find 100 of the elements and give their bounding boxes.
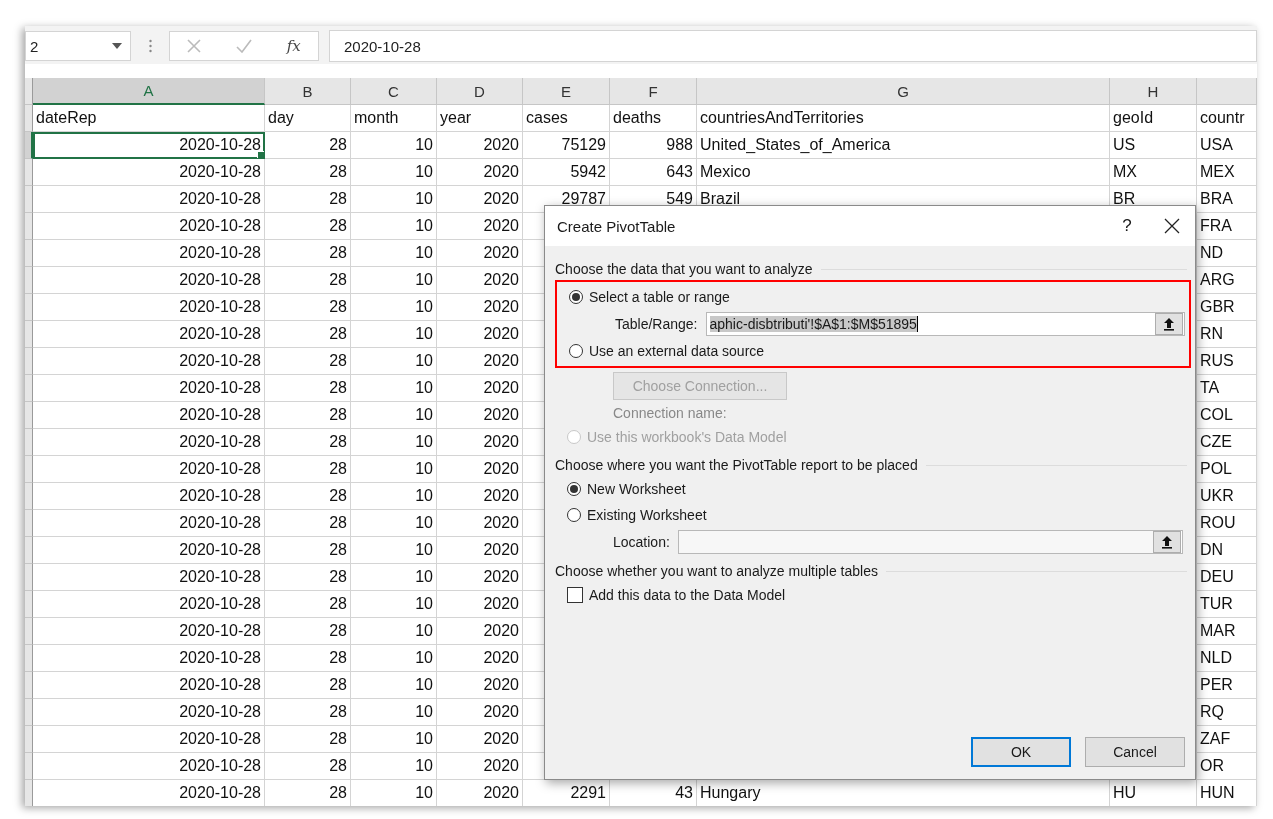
column-header[interactable]: F — [610, 78, 697, 105]
table-cell: 2020-10-28 — [33, 645, 265, 672]
column-header[interactable]: G — [697, 78, 1110, 105]
table-cell: MAR — [1197, 618, 1257, 645]
row-header[interactable] — [25, 105, 33, 132]
table-cell: HUN — [1197, 780, 1257, 806]
row-header[interactable] — [25, 780, 33, 806]
table-cell: 28 — [265, 429, 351, 456]
row-header[interactable] — [25, 294, 33, 321]
table-cell: 2020-10-28 — [33, 429, 265, 456]
radio-button[interactable] — [567, 482, 581, 496]
row-header[interactable] — [25, 726, 33, 753]
table-cell: 2020 — [437, 213, 523, 240]
table-cell: 2020 — [437, 132, 523, 159]
table-cell: ZAF — [1197, 726, 1257, 753]
table-cell: 2020-10-28 — [33, 132, 265, 159]
table-cell: 2020-10-28 — [33, 159, 265, 186]
table-cell: ND — [1197, 240, 1257, 267]
table-cell: 2020 — [437, 375, 523, 402]
section-heading: Choose where you want the PivotTable report to be placed — [555, 457, 918, 473]
radio-button[interactable] — [569, 290, 583, 304]
cancel-button[interactable]: Cancel — [1085, 737, 1185, 767]
table-cell: 2020-10-28 — [33, 699, 265, 726]
row-header[interactable] — [25, 618, 33, 645]
table-cell: 10 — [351, 240, 437, 267]
close-icon[interactable] — [1164, 218, 1180, 234]
table-cell: 10 — [351, 294, 437, 321]
table-cell: 10 — [351, 591, 437, 618]
table-cell: 2020-10-28 — [33, 510, 265, 537]
name-box[interactable]: 2 — [25, 31, 131, 61]
table-cell: 2020 — [437, 402, 523, 429]
table-cell: 10 — [351, 159, 437, 186]
table-cell: 28 — [265, 240, 351, 267]
help-button[interactable]: ? — [1105, 216, 1149, 236]
table-cell: 10 — [351, 429, 437, 456]
row-header[interactable] — [25, 645, 33, 672]
row-header[interactable] — [25, 429, 33, 456]
table-cell: 2020 — [437, 159, 523, 186]
table-cell: 28 — [265, 294, 351, 321]
range-field[interactable]: aphic-disbtributi'!$A$1:$M$51895 — [705, 312, 1185, 336]
insert-function-button[interactable]: fx — [286, 37, 301, 55]
check-icon[interactable] — [236, 39, 252, 53]
column-header[interactable]: D — [437, 78, 523, 105]
column-header[interactable] — [1197, 78, 1257, 105]
row-header[interactable] — [25, 456, 33, 483]
row-header[interactable] — [25, 348, 33, 375]
row-header[interactable] — [25, 753, 33, 780]
row-header[interactable] — [25, 267, 33, 294]
table-cell: 2020 — [437, 456, 523, 483]
dropdown-icon[interactable] — [112, 43, 122, 49]
row-header[interactable] — [25, 483, 33, 510]
ok-button[interactable]: OK — [971, 737, 1071, 767]
table-cell: 2020-10-28 — [33, 294, 265, 321]
column-header[interactable]: A — [33, 78, 265, 105]
table-cell: 28 — [265, 780, 351, 806]
row-header[interactable] — [25, 213, 33, 240]
table-cell: 10 — [351, 375, 437, 402]
column-header[interactable]: C — [351, 78, 437, 105]
table-cell: 75129 — [523, 132, 610, 159]
table-cell: 2020 — [437, 645, 523, 672]
collapse-button[interactable] — [1155, 313, 1183, 335]
table-cell: 2020 — [437, 618, 523, 645]
table-cell: RQ — [1197, 699, 1257, 726]
row-header[interactable] — [25, 402, 33, 429]
table-cell: 2020 — [437, 348, 523, 375]
formula-field[interactable]: 2020-10-28 — [329, 30, 1257, 62]
table-cell: COL — [1197, 402, 1257, 429]
checkbox-label: Add this data to the Data Model — [589, 587, 786, 603]
column-header[interactable]: H — [1110, 78, 1197, 105]
select-all-corner[interactable] — [25, 78, 33, 105]
table-cell: 2020 — [437, 483, 523, 510]
radio-button[interactable] — [569, 344, 583, 358]
row-header[interactable] — [25, 186, 33, 213]
checkbox[interactable] — [567, 587, 583, 603]
grip-icon — [148, 39, 152, 53]
row-header[interactable] — [25, 375, 33, 402]
row-header[interactable] — [25, 132, 33, 159]
row-header[interactable] — [25, 159, 33, 186]
table-cell: 10 — [351, 267, 437, 294]
table-cell: DN — [1197, 537, 1257, 564]
column-header[interactable]: B — [265, 78, 351, 105]
table-cell: UKR — [1197, 483, 1257, 510]
table-cell: NLD — [1197, 645, 1257, 672]
table-cell: 2020-10-28 — [33, 726, 265, 753]
cancel-icon[interactable] — [187, 39, 202, 53]
row-header[interactable] — [25, 240, 33, 267]
row-header[interactable] — [25, 537, 33, 564]
row-header[interactable] — [25, 564, 33, 591]
table-cell: 28 — [265, 753, 351, 780]
radio-button[interactable] — [567, 508, 581, 522]
column-header[interactable]: E — [523, 78, 610, 105]
table-cell: US — [1110, 132, 1197, 159]
table-cell: 2020-10-28 — [33, 672, 265, 699]
table-cell: dateRep — [33, 105, 265, 132]
row-header[interactable] — [25, 591, 33, 618]
row-header[interactable] — [25, 672, 33, 699]
row-header[interactable] — [25, 510, 33, 537]
row-header[interactable] — [25, 321, 33, 348]
table-cell: 2020-10-28 — [33, 267, 265, 294]
row-header[interactable] — [25, 699, 33, 726]
